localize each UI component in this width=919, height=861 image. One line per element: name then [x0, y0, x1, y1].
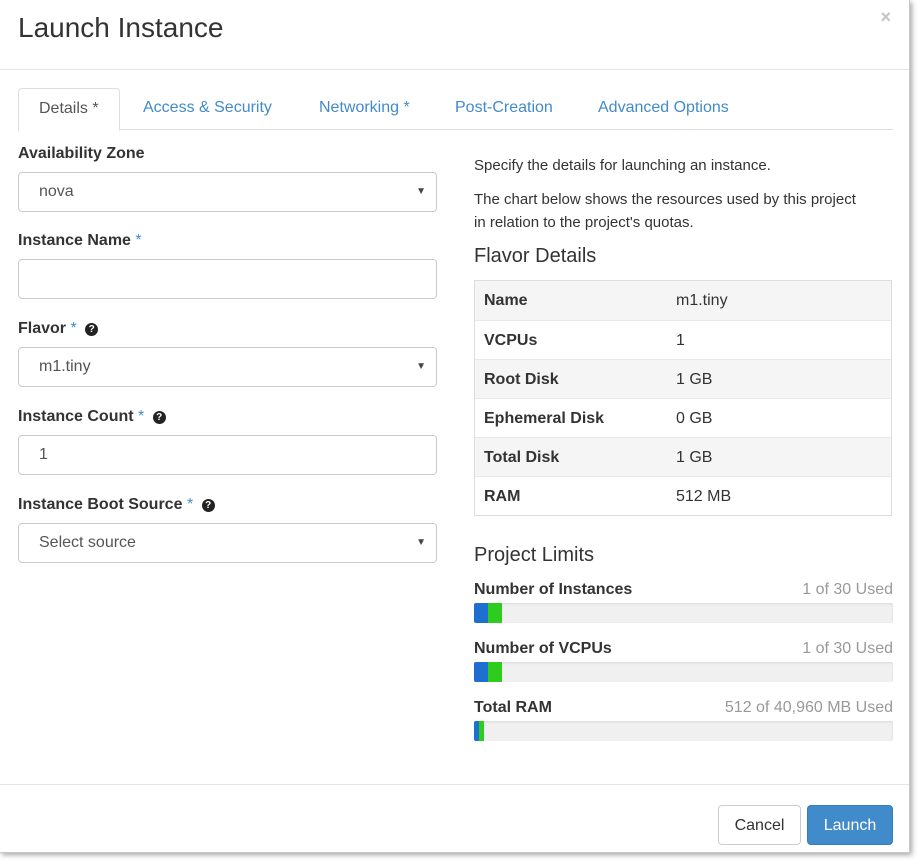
- instance-count-input[interactable]: 1: [18, 435, 437, 475]
- row-key: VCPUs: [484, 332, 538, 349]
- table-row: Total Disk 1 GB: [475, 437, 891, 476]
- table-row: Ephemeral Disk 0 GB: [475, 398, 891, 437]
- flavor-select[interactable]: m1.tiny ▼: [18, 347, 437, 387]
- row-key: RAM: [484, 488, 521, 505]
- limit-label: Number of Instances: [474, 581, 633, 598]
- row-key: Ephemeral Disk: [484, 410, 605, 427]
- cancel-button[interactable]: Cancel: [718, 805, 801, 845]
- quota-progress-bar: [474, 721, 893, 741]
- launch-instance-dialog: Launch Instance × Details * Access & Sec…: [0, 0, 910, 853]
- row-key: Root Disk: [484, 371, 559, 388]
- required-marker: *: [135, 232, 142, 249]
- question-circle-icon[interactable]: ?: [85, 323, 99, 336]
- instance-name-input[interactable]: [18, 259, 437, 299]
- table-row: RAM 512 MB: [475, 476, 891, 515]
- row-value: 512 MB: [676, 488, 732, 505]
- description-line-2a: The chart below shows the resources used…: [474, 191, 856, 208]
- table-row: Name m1.tiny: [475, 281, 891, 320]
- label-text: Availability Zone: [18, 145, 145, 162]
- tab-label: Advanced Options: [598, 99, 729, 116]
- row-value: 0 GB: [676, 410, 713, 427]
- question-circle-icon[interactable]: ?: [152, 411, 166, 424]
- used-bar-segment: [474, 603, 488, 623]
- availability-zone-label: Availability Zone: [18, 145, 145, 163]
- required-marker: *: [70, 320, 77, 337]
- row-value: 1 GB: [676, 371, 713, 388]
- caret-down-icon: ▼: [416, 361, 426, 372]
- used-bar-segment: [474, 662, 488, 682]
- row-value: 1: [676, 332, 685, 349]
- label-text: Flavor: [18, 320, 67, 337]
- boot-source-select[interactable]: Select source ▼: [18, 523, 437, 563]
- instance-name-label: Instance Name *: [18, 232, 142, 250]
- tab-label: Access & Security: [143, 99, 272, 116]
- select-value: m1.tiny: [39, 358, 91, 375]
- limit-label: Total RAM: [474, 699, 552, 716]
- tab-required-marker: *: [92, 100, 99, 117]
- limit-label: Number of VCPUs: [474, 640, 612, 657]
- row-value: m1.tiny: [676, 292, 728, 309]
- select-value: nova: [39, 183, 74, 200]
- table-row: VCPUs 1: [475, 320, 891, 359]
- tab-details[interactable]: Details *: [18, 88, 120, 131]
- tab-networking[interactable]: Networking *: [299, 88, 430, 130]
- tab-label: Post-Creation: [455, 99, 553, 116]
- dialog-title: Launch Instance: [18, 12, 224, 43]
- tab-post-creation[interactable]: Post-Creation: [435, 88, 573, 130]
- required-marker: *: [138, 408, 145, 425]
- tab-label: Details: [39, 100, 88, 117]
- description-line-1: Specify the details for launching an ins…: [474, 157, 771, 174]
- tab-bar: Details * Access & Security Networking *…: [18, 88, 893, 131]
- label-text: Instance Name: [18, 232, 131, 249]
- question-circle-icon[interactable]: ?: [201, 499, 215, 512]
- select-value: Select source: [39, 534, 136, 551]
- added-bar-segment: [488, 603, 502, 623]
- input-value: 1: [39, 446, 48, 463]
- caret-down-icon: ▼: [416, 537, 426, 548]
- flavor-details-table: Name m1.tiny VCPUs 1 Root Disk 1 GB Ephe…: [474, 280, 892, 516]
- caret-down-icon: ▼: [416, 186, 426, 197]
- tab-required-marker: *: [403, 99, 410, 116]
- availability-zone-select[interactable]: nova ▼: [18, 172, 437, 212]
- label-text: Instance Count: [18, 408, 134, 425]
- flavor-label: Flavor * ?: [18, 320, 99, 338]
- table-row: Root Disk 1 GB: [475, 359, 891, 398]
- row-key: Name: [484, 292, 528, 309]
- dialog-footer: Cancel Launch: [0, 784, 909, 853]
- required-marker: *: [186, 496, 194, 513]
- label-text: Instance Boot Source: [18, 496, 183, 513]
- limit-used-text: 1 of 30 Used: [802, 640, 893, 657]
- dialog-header: Launch Instance ×: [0, 0, 909, 70]
- tab-label: Networking: [319, 99, 400, 116]
- limit-used-text: 1 of 30 Used: [802, 581, 893, 598]
- launch-button[interactable]: Launch: [807, 805, 893, 845]
- flavor-details-title: Flavor Details: [474, 245, 597, 267]
- row-key: Total Disk: [484, 449, 560, 466]
- quota-progress-bar: [474, 603, 893, 623]
- tab-access-security[interactable]: Access & Security: [123, 88, 292, 130]
- instance-count-label: Instance Count * ?: [18, 408, 166, 426]
- added-bar-segment: [488, 662, 502, 682]
- quota-progress-bar: [474, 662, 893, 682]
- close-icon[interactable]: ×: [880, 7, 891, 27]
- description-line-2b: in relation to the project's quotas.: [474, 214, 694, 231]
- boot-source-label: Instance Boot Source * ?: [18, 496, 215, 514]
- limit-used-text: 512 of 40,960 MB Used: [724, 699, 893, 716]
- project-limits-title: Project Limits: [474, 544, 595, 566]
- tab-advanced-options[interactable]: Advanced Options: [578, 88, 749, 130]
- row-value: 1 GB: [676, 449, 713, 466]
- added-bar-segment: [479, 721, 484, 741]
